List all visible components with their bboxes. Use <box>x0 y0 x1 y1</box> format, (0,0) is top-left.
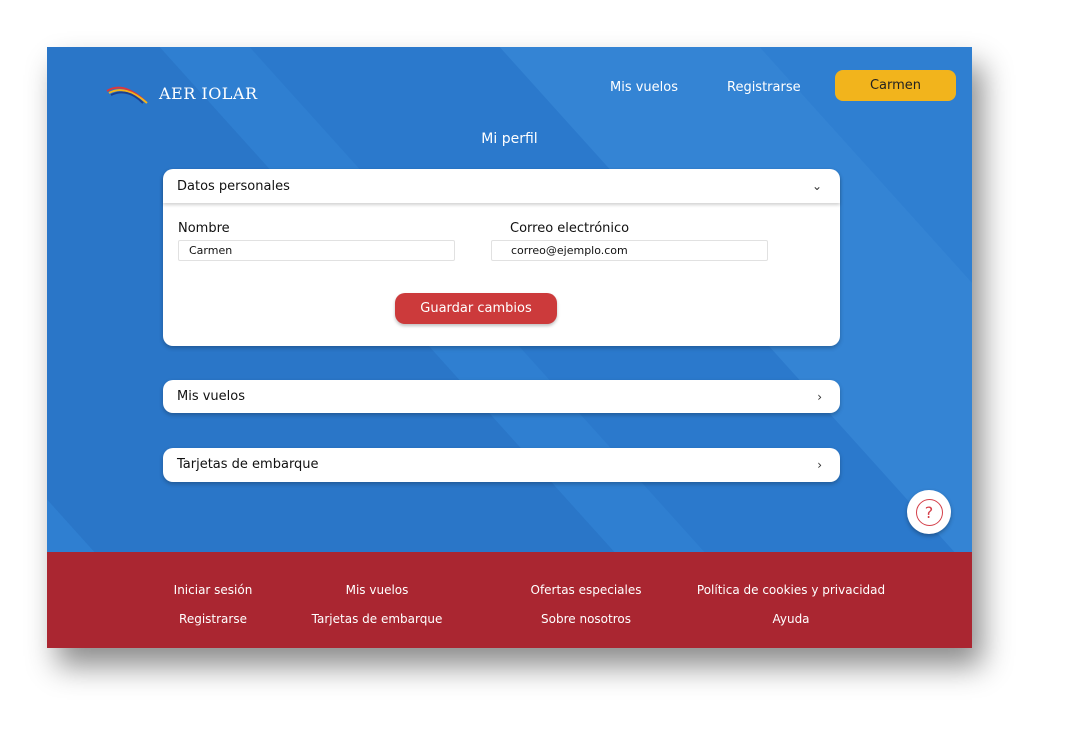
boarding-passes-title: Tarjetas de embarque <box>177 457 319 472</box>
name-input[interactable]: Carmen <box>178 240 455 261</box>
brand-name: AER IOLAR <box>159 83 258 103</box>
email-label: Correo electrónico <box>510 221 630 236</box>
chevron-down-icon: ⌄ <box>811 179 822 193</box>
footer-special-offers-link[interactable]: Ofertas especiales <box>531 583 642 597</box>
question-icon: ? <box>915 498 943 526</box>
nav-register[interactable]: Registrarse <box>727 80 801 95</box>
footer-boarding-passes-link[interactable]: Tarjetas de embarque <box>312 612 443 626</box>
personal-data-title: Datos personales <box>177 178 290 194</box>
footer-register-link[interactable]: Registrarse <box>179 612 247 626</box>
my-flights-header[interactable]: Mis vuelos › <box>163 380 840 413</box>
personal-data-header[interactable]: Datos personales ⌄ <box>163 169 840 203</box>
footer: Iniciar sesión Registrarse Mis vuelos Ta… <box>47 552 972 648</box>
boarding-passes-header[interactable]: Tarjetas de embarque › <box>163 448 840 481</box>
hero-section: AER IOLAR Mis vuelos Registrarse Carmen … <box>47 47 972 552</box>
chevron-right-icon: › <box>817 457 822 472</box>
footer-help-link[interactable]: Ayuda <box>772 612 809 626</box>
page-title: Mi perfil <box>481 131 538 147</box>
app-window: AER IOLAR Mis vuelos Registrarse Carmen … <box>47 47 972 648</box>
user-account-button[interactable]: Carmen <box>835 70 956 101</box>
footer-my-flights-link[interactable]: Mis vuelos <box>346 583 409 597</box>
footer-login-link[interactable]: Iniciar sesión <box>174 583 253 597</box>
footer-cookie-policy-link[interactable]: Política de cookies y privacidad <box>697 583 885 597</box>
chevron-right-icon: › <box>817 389 822 404</box>
nav-my-flights[interactable]: Mis vuelos <box>610 80 678 95</box>
email-input[interactable]: correo@ejemplo.com <box>491 240 768 261</box>
brand-logo[interactable]: AER IOLAR <box>105 81 258 105</box>
footer-about-link[interactable]: Sobre nosotros <box>541 612 631 626</box>
help-button[interactable]: ? <box>907 490 951 534</box>
my-flights-panel[interactable]: Mis vuelos › <box>163 380 840 413</box>
name-label: Nombre <box>178 221 230 236</box>
logo-icon <box>106 86 148 104</box>
personal-data-panel: Datos personales ⌄ Nombre Carmen Correo … <box>163 169 840 346</box>
save-changes-button[interactable]: Guardar cambios <box>395 293 557 324</box>
my-flights-title: Mis vuelos <box>177 389 246 404</box>
boarding-passes-panel[interactable]: Tarjetas de embarque › <box>163 448 840 482</box>
